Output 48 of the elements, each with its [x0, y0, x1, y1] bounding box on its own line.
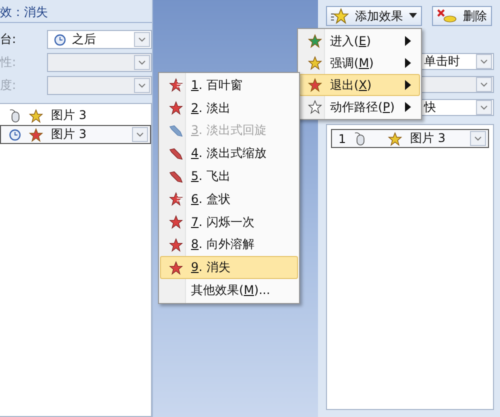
star-icon: [308, 100, 322, 114]
menu-item[interactable]: 1. 百叶窗: [160, 74, 298, 97]
star-icon: [168, 101, 184, 116]
menu-item[interactable]: 7. 闪烁一次: [160, 210, 298, 234]
submenu-arrow-icon: [405, 58, 411, 68]
menu-item[interactable]: 其他效果(M)...: [160, 279, 298, 302]
mouse-icon: [9, 108, 21, 122]
star-icon: [308, 78, 322, 92]
menu-item[interactable]: 2. 淡出: [160, 96, 298, 120]
delete-icon: [437, 9, 457, 23]
star-icon: [308, 34, 322, 48]
star-icon: [308, 56, 322, 70]
delete-button[interactable]: 删除: [432, 6, 492, 26]
star-icon: [29, 108, 43, 122]
dropdown[interactable]: 之后: [47, 30, 152, 49]
effect-title: 效：消失: [0, 4, 49, 20]
star-icon: [168, 260, 184, 275]
mouse-icon: [354, 132, 366, 146]
menu-item[interactable]: 6. 盒状: [160, 188, 298, 211]
field-label: 度:: [0, 77, 18, 94]
submenu-arrow-icon: [405, 102, 411, 112]
field-label: 性:: [0, 54, 18, 71]
menu-item[interactable]: 8. 向外溶解: [160, 234, 298, 256]
add-effect-button[interactable]: 添加效果: [326, 6, 422, 26]
menu-item[interactable]: 退出(X): [299, 74, 420, 96]
menu-item[interactable]: 5. 飞出: [160, 165, 298, 188]
star-icon: [29, 128, 43, 142]
streak-star-icon: [168, 170, 184, 184]
menu-item[interactable]: 4. 淡出式缩放: [160, 142, 298, 166]
star-icon: [168, 215, 184, 230]
clock-icon: [54, 34, 66, 46]
streak-star-icon: [168, 124, 184, 138]
effect-list-item[interactable]: 图片 3: [0, 125, 151, 144]
menu-item[interactable]: 进入(E): [299, 30, 420, 52]
star-icon: [168, 78, 184, 92]
caret-icon: [409, 13, 417, 19]
star-icon: [168, 238, 184, 252]
clock-icon: [9, 128, 21, 140]
streak-star-icon: [168, 146, 184, 161]
star-icon: [331, 8, 349, 24]
effect-list-item[interactable]: 图片 3: [0, 106, 151, 125]
menu-item[interactable]: 9. 消失: [160, 256, 298, 280]
submenu-arrow-icon: [405, 36, 411, 46]
effect-list-item[interactable]: 1 图片 3: [331, 129, 489, 148]
star-icon: [388, 132, 402, 146]
star-icon: [168, 192, 184, 206]
submenu-arrow-icon: [405, 80, 411, 90]
field-label: 台:: [0, 31, 18, 48]
